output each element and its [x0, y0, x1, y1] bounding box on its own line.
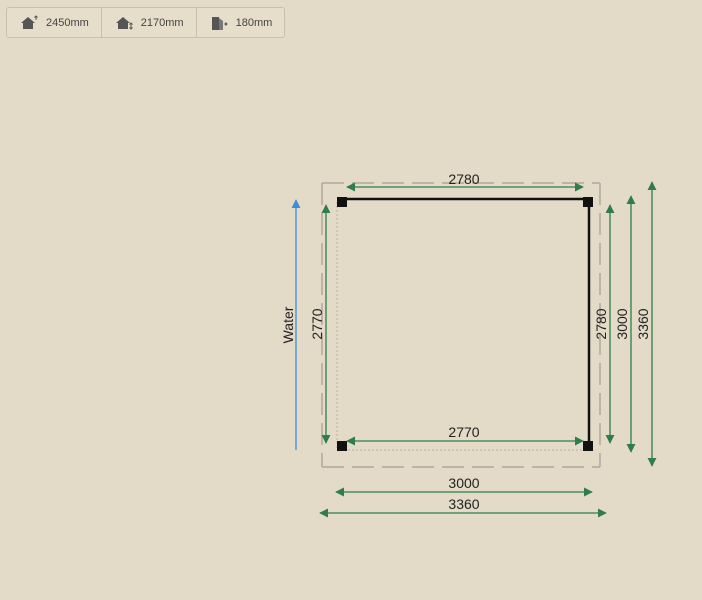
post-top-right [583, 197, 593, 207]
dim-bottom-inner-label: 2770 [448, 424, 479, 440]
dim-bottom-mid-label: 3000 [448, 475, 479, 491]
dim-right-mid-label: 3000 [614, 308, 630, 339]
post-top-left [337, 197, 347, 207]
dim-left-inner-label: 2770 [309, 308, 325, 339]
post-bottom-left [337, 441, 347, 451]
dim-top-inner-label: 2780 [448, 171, 479, 187]
dim-right-inner-label: 2780 [593, 308, 609, 339]
water-flow: Water [280, 199, 301, 450]
post-bottom-right [583, 441, 593, 451]
floor-plan: Water 2780 2770 2770 2780 3000 3360 3000… [280, 171, 657, 518]
dim-bottom-outer-label: 3360 [448, 496, 479, 512]
structure [337, 197, 593, 451]
dim-right-outer-label: 3360 [635, 308, 651, 339]
water-label: Water [280, 306, 296, 343]
